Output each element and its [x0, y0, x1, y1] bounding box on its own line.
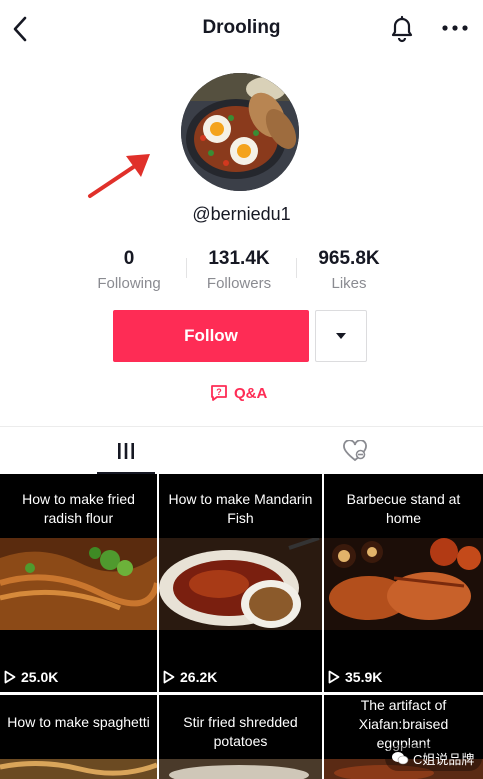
avatar-food-image — [181, 73, 299, 191]
stat-label: Likes — [331, 275, 367, 292]
username: @berniedu1 — [192, 204, 291, 224]
video-tile[interactable]: How to make Mandarin Fish 26.2K — [159, 474, 322, 692]
tab-liked[interactable] — [330, 427, 380, 475]
content-tabs — [0, 426, 483, 475]
play-icon — [328, 670, 340, 684]
qa-link[interactable]: ? Q&A — [210, 382, 267, 404]
stat-followers[interactable]: 131.4K Followers — [184, 248, 294, 292]
svg-text:?: ? — [216, 387, 222, 397]
bell-icon[interactable] — [388, 15, 416, 43]
stat-label: Following — [97, 275, 161, 292]
video-thumbnail — [324, 538, 483, 630]
videos-grid-icon — [118, 443, 134, 459]
play-count: 26.2K — [163, 669, 217, 685]
stat-label: Followers — [206, 275, 272, 292]
video-caption: How to make fried radish flour — [22, 491, 135, 526]
video-grid: How to make fried radish flour 25.0K How… — [0, 474, 483, 779]
follow-button[interactable]: Follow — [113, 310, 309, 362]
question-bubble-icon: ? — [211, 385, 227, 401]
play-count: 25.0K — [4, 669, 58, 685]
top-bar: Drooling — [0, 0, 483, 58]
video-thumbnail — [159, 538, 322, 630]
stat-following[interactable]: 0 Following — [74, 248, 184, 292]
qa-label: Q&A — [234, 384, 268, 402]
video-thumbnail — [0, 759, 157, 779]
caret-down-icon — [336, 333, 346, 339]
play-count-value: 35.9K — [345, 669, 383, 685]
video-caption: Barbecue stand at home — [346, 491, 461, 526]
play-icon — [4, 670, 16, 684]
video-tile[interactable]: Barbecue stand at home 35.9K — [324, 474, 483, 692]
video-tile[interactable]: Stir fried shredded potatoes — [159, 695, 322, 779]
wechat-icon — [392, 752, 409, 765]
video-tile[interactable]: How to make fried radish flour 25.0K — [0, 474, 157, 692]
play-count: 35.9K — [328, 669, 382, 685]
tab-videos[interactable] — [97, 427, 155, 475]
play-icon — [163, 670, 175, 684]
more-dots-icon[interactable] — [440, 18, 470, 38]
video-caption: Stir fried shredded potatoes — [183, 714, 298, 749]
stat-likes[interactable]: 965.8K Likes — [294, 248, 404, 292]
video-thumbnail — [0, 538, 157, 630]
video-tile[interactable]: How to make spaghetti — [0, 695, 157, 779]
red-arrow-annotation — [88, 154, 150, 198]
suggested-accounts-dropdown-button[interactable] — [315, 310, 367, 362]
video-caption: How to make Mandarin Fish — [168, 491, 313, 526]
stat-value: 131.4K — [208, 248, 270, 269]
video-thumbnail — [159, 759, 322, 779]
play-count-value: 25.0K — [21, 669, 59, 685]
stat-value: 0 — [123, 248, 135, 269]
avatar[interactable] — [181, 73, 299, 191]
video-caption: How to make spaghetti — [7, 714, 150, 730]
liked-heart-icon — [343, 440, 367, 462]
watermark: C姐说品牌 — [385, 745, 483, 771]
play-count-value: 26.2K — [180, 669, 218, 685]
stat-value: 965.8K — [318, 248, 380, 269]
